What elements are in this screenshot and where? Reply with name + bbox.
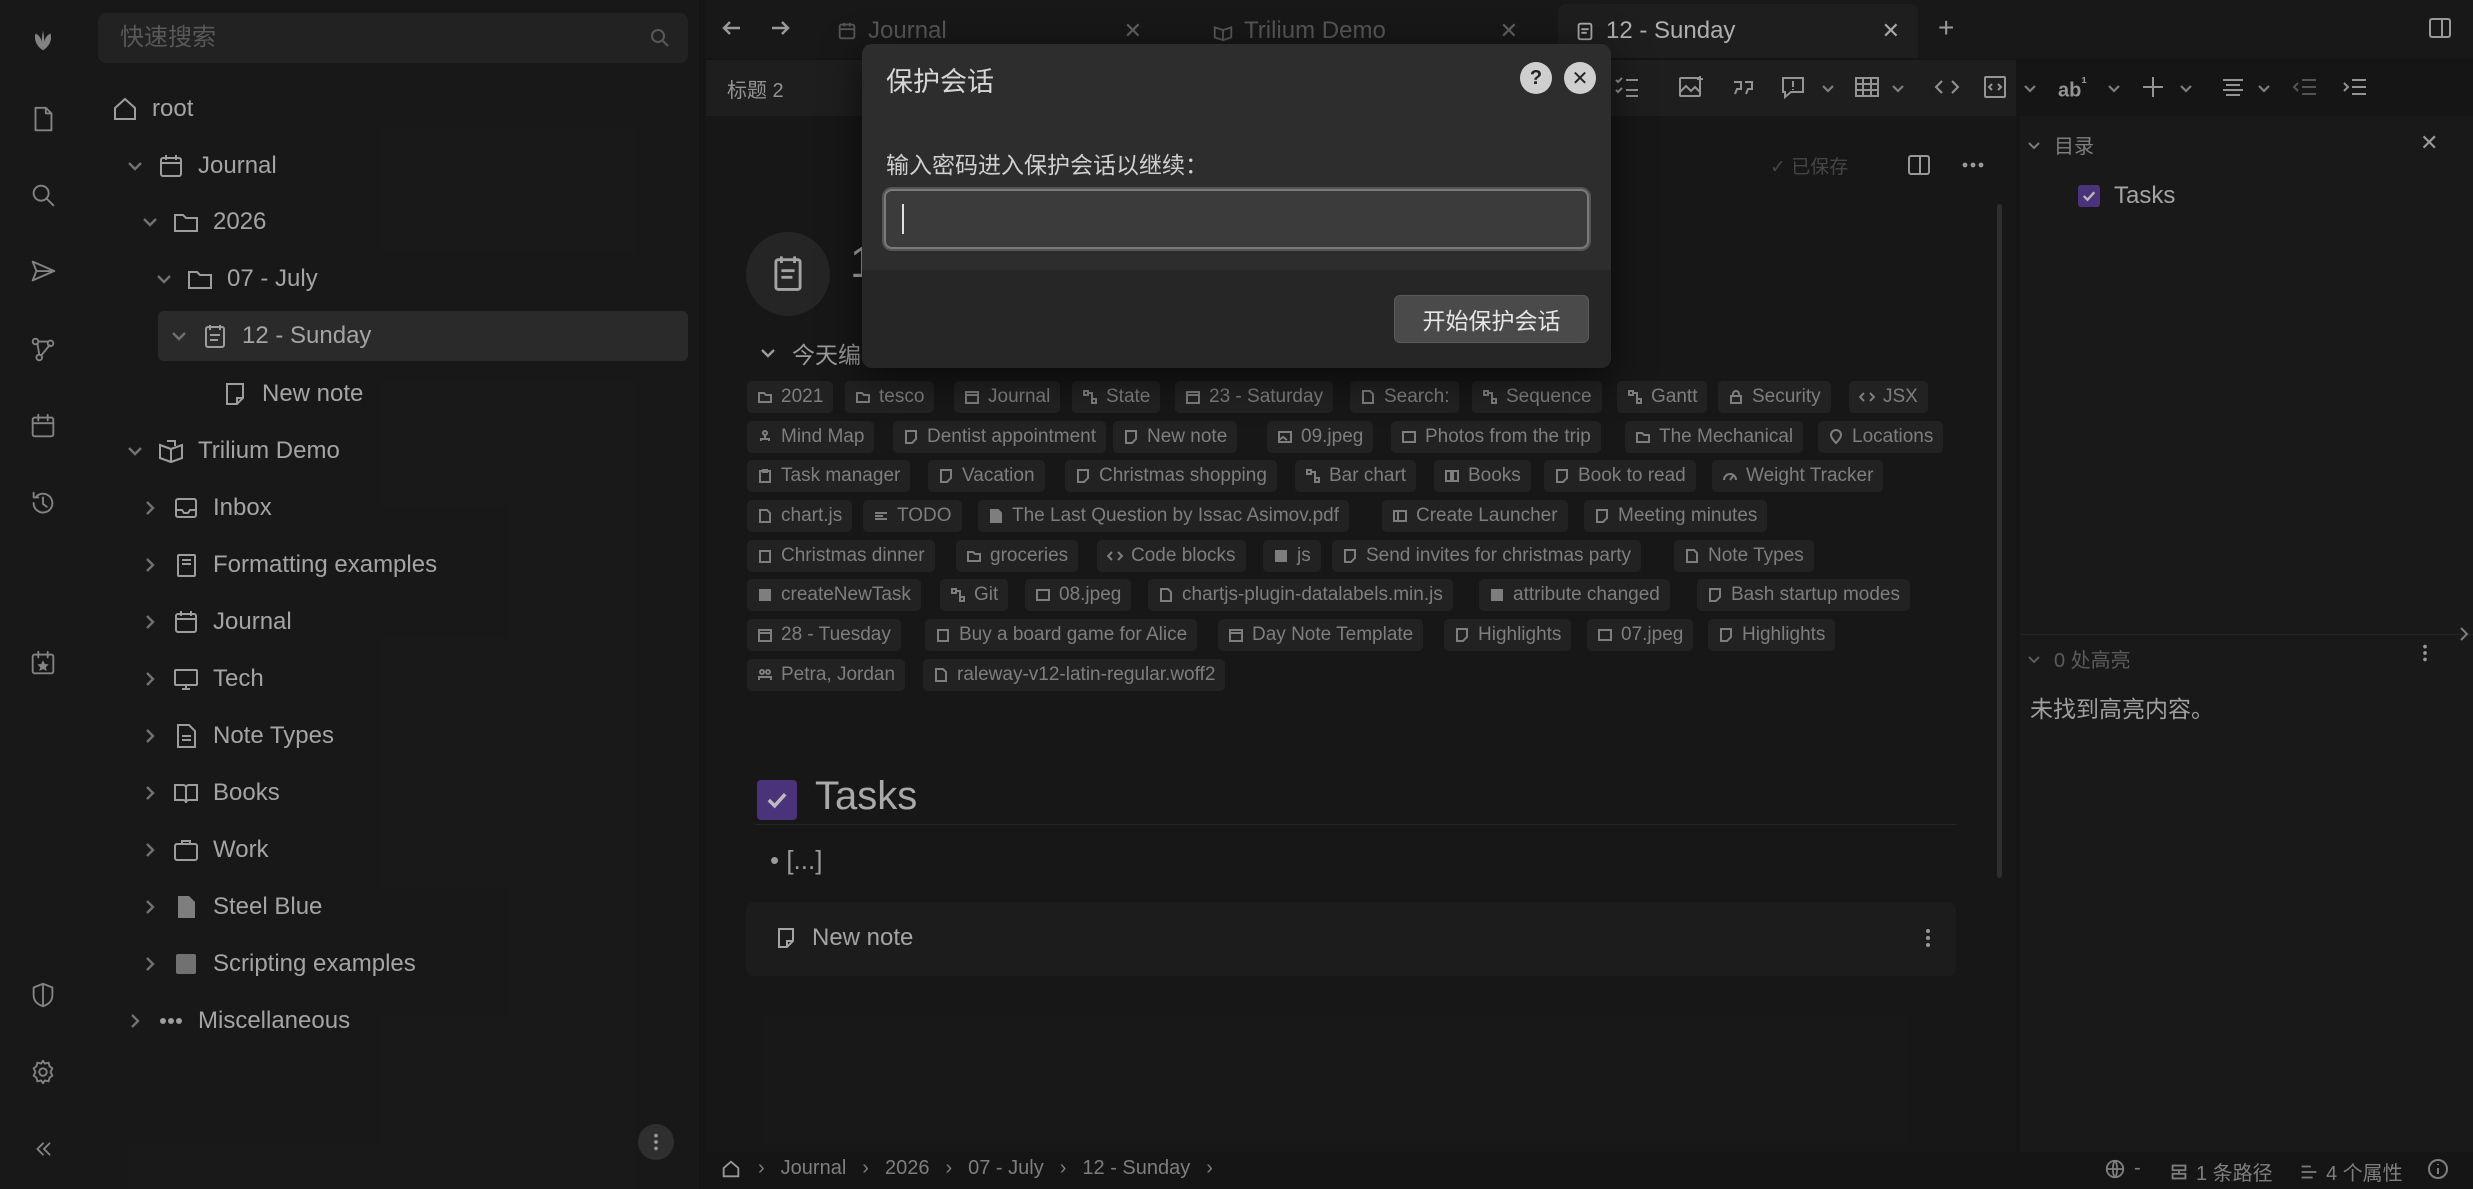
close-icon: ✕ <box>1571 67 1589 90</box>
close-dialog-button[interactable]: ✕ <box>1564 62 1596 94</box>
help-button[interactable]: ? <box>1520 62 1552 94</box>
protected-session-dialog: 保护会话 ? ✕ 输入密码进入保护会话以继续： 开始保护会话 <box>862 44 1611 368</box>
password-input[interactable] <box>884 189 1589 249</box>
submit-label: 开始保护会话 <box>1422 308 1561 334</box>
text-cursor <box>902 204 904 234</box>
start-protected-session-button[interactable]: 开始保护会话 <box>1394 295 1589 343</box>
help-icon: ? <box>1529 66 1543 89</box>
password-prompt: 输入密码进入保护会话以继续： <box>886 152 1208 178</box>
dialog-title: 保护会话 <box>886 67 994 97</box>
